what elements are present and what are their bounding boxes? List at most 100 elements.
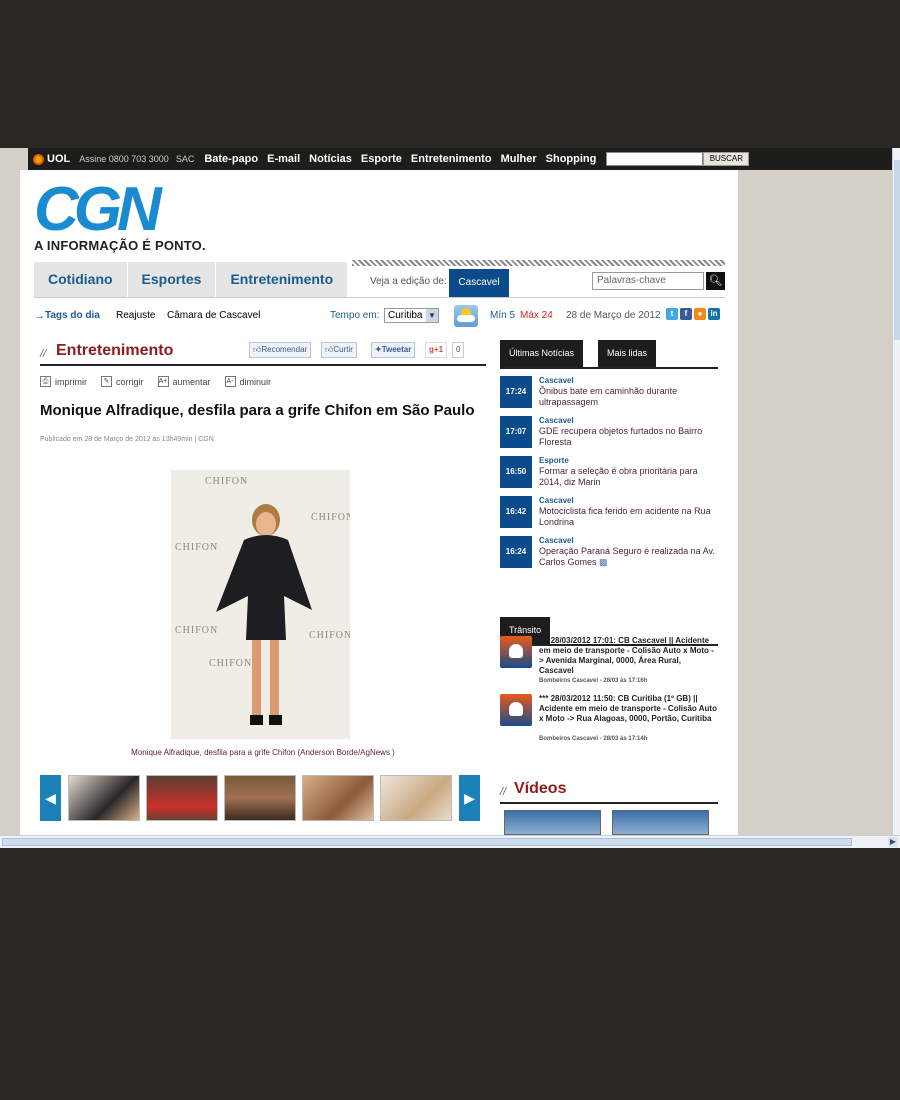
facebook-recommend-button[interactable]: 👍︎Recomendar (249, 342, 312, 358)
tab-ultimas-noticias[interactable]: Últimas Notícias (500, 340, 584, 367)
article-photo[interactable]: CHIFON CHIFON CHIFON CHIFON CHIFON CHIFO… (171, 470, 350, 739)
uol-link-batepapo[interactable]: Bate-papo (204, 153, 258, 165)
news-tabs: Últimas Notícias Mais lidas (500, 340, 718, 369)
news-time: 16:42 (500, 496, 532, 528)
section-header: // Entretenimento 👍︎Recomendar 👍︎Curtir … (40, 342, 486, 366)
article-tools: ⎙ imprimir ✎ corrigir A+ aumentar A-diminui… (40, 376, 271, 387)
gallery-thumb[interactable] (224, 775, 296, 821)
uol-link-mulher[interactable]: Mulher (501, 153, 537, 165)
site-logo[interactable]: CGN A INFORMAÇÃO É PONTO. (34, 175, 206, 254)
news-category: Esporte (539, 456, 569, 465)
vertical-scrollbar[interactable] (892, 148, 900, 836)
uol-search-input[interactable] (606, 152, 704, 166)
scrollbar-thumb[interactable] (2, 838, 852, 846)
browser-window: UOL Assine 0800 703 3000 SAC Bate-papo E… (0, 148, 900, 848)
rss-icon[interactable]: ● (694, 308, 706, 320)
gallery-next-button[interactable]: ▶ (459, 775, 480, 821)
uol-link-esporte[interactable]: Esporte (361, 153, 402, 165)
backdrop-logo: CHIFON (205, 476, 249, 487)
correct-tool[interactable]: ✎ corrigir (101, 376, 144, 387)
uol-link-noticias[interactable]: Notícias (309, 153, 352, 165)
gallery-thumb[interactable] (302, 775, 374, 821)
tweet-button[interactable]: ✦Tweetar (371, 342, 416, 358)
main-nav: Cotidiano Esportes Entretenimento Veja a… (34, 262, 725, 297)
uol-link-email[interactable]: E-mail (267, 153, 300, 165)
scrollbar-thumb[interactable] (894, 160, 900, 340)
tag-reajuste[interactable]: Reajuste (116, 310, 155, 321)
decrease-font-tool[interactable]: A-diminuir (224, 376, 271, 387)
edition-button[interactable]: Cascavel (449, 269, 509, 297)
traffic-item[interactable]: *** 28/03/2012 11:50: CB Curitiba (1º GB… (500, 694, 718, 746)
traffic-source: Bombeiros Cascavel - 28/03 às 17:16h (539, 678, 648, 684)
current-date: 28 de Março de 2012 (566, 310, 661, 321)
news-time: 17:24 (500, 376, 532, 408)
gplus-button[interactable]: g+1 (425, 342, 448, 358)
weather-label: Tempo em: (330, 310, 380, 321)
section-title[interactable]: Entretenimento (56, 342, 173, 360)
news-time: 16:50 (500, 456, 532, 488)
news-title: Operação Paraná Seguro é realizada na Av… (539, 546, 715, 567)
video-thumb[interactable] (612, 810, 709, 835)
increase-font-tool[interactable]: A+ aumentar (157, 376, 211, 387)
firefighters-icon (500, 636, 532, 668)
firefighters-icon (500, 694, 532, 726)
uol-bar: UOL Assine 0800 703 3000 SAC Bate-papo E… (28, 148, 892, 170)
twitter-bird-icon: ✦ (375, 345, 382, 354)
tab-esportes[interactable]: Esportes (128, 262, 217, 297)
backdrop-logo: CHIFON (309, 630, 350, 641)
tags-label: Tags do dia (45, 310, 100, 321)
traffic-text: *** 28/03/2012 11:50: CB Curitiba (1º GB… (539, 694, 717, 723)
photo-caption: Monique Alfradique, desfila para a grife… (131, 748, 395, 757)
news-item[interactable]: 16:24 Cascavel Operação Paraná Seguro é … (500, 536, 718, 570)
news-item[interactable]: 17:24 Cascavel Ônibus bate em caminhão d… (500, 376, 718, 410)
news-item[interactable]: 16:50 Esporte Formar a seleção é obra pr… (500, 456, 718, 490)
temp-max: Máx 24 (520, 310, 553, 321)
twitter-icon[interactable]: t (666, 308, 678, 320)
sun-cloud-icon (454, 305, 478, 327)
article-headline: Monique Alfradique, desfila para a grife… (40, 402, 475, 419)
gallery-thumb[interactable] (68, 775, 140, 821)
traffic-item[interactable]: *** 28/03/2012 17:01: CB Cascavel || Aci… (500, 636, 718, 688)
logo-text: CGN (34, 175, 162, 244)
print-tool[interactable]: ⎙ imprimir (40, 376, 87, 387)
news-time: 16:24 (500, 536, 532, 568)
gallery-prev-button[interactable]: ◀ (40, 775, 61, 821)
uol-assine[interactable]: Assine 0800 703 3000 (79, 154, 169, 164)
linkedin-icon[interactable]: in (708, 308, 720, 320)
facebook-like-button[interactable]: 👍︎Curtir (321, 342, 357, 358)
gallery-thumb[interactable] (380, 775, 452, 821)
gplus-count: 0 (452, 342, 465, 358)
keyword-search-input[interactable]: Palavras-chave (592, 272, 704, 290)
tab-entretenimento[interactable]: Entretenimento (216, 262, 349, 297)
uol-link-entretenimento[interactable]: Entretenimento (411, 153, 492, 165)
facebook-icon[interactable]: f (680, 308, 692, 320)
uol-search-button[interactable]: BUSCAR (703, 152, 750, 166)
chevron-down-icon: ▼ (426, 309, 438, 322)
backdrop-logo: CHIFON (175, 625, 219, 636)
horizontal-scrollbar[interactable]: ▶ (0, 835, 900, 848)
uol-link-shopping[interactable]: Shopping (546, 153, 597, 165)
news-title: Ônibus bate em caminhão durante ultrapas… (539, 386, 678, 407)
gallery-thumb[interactable] (146, 775, 218, 821)
section-slashes: // (500, 786, 507, 798)
video-thumb[interactable] (504, 810, 601, 835)
news-item[interactable]: 16:42 Cascavel Motociclista fica ferido … (500, 496, 718, 530)
tab-mais-lidas[interactable]: Mais lidas (598, 340, 657, 367)
uol-logo[interactable]: UOL (33, 153, 70, 165)
temp-min: Mín 5 (490, 310, 516, 321)
news-category: Cascavel (539, 376, 574, 385)
nav-tabs: Cotidiano Esportes Entretenimento (34, 262, 349, 297)
traffic-source: Bombeiros Cascavel - 28/03 às 17:14h (539, 736, 648, 742)
font-decrease-icon: A- (224, 376, 236, 387)
font-increase-icon: A+ (157, 376, 169, 387)
city-select[interactable]: Curitiba ▼ (384, 308, 439, 323)
scroll-right-icon[interactable]: ▶ (888, 837, 898, 847)
section-slashes: // (40, 348, 47, 360)
uol-sac[interactable]: SAC (176, 154, 195, 164)
tag-camara[interactable]: Câmara de Cascavel (167, 310, 260, 321)
videos-title[interactable]: Vídeos (514, 780, 566, 798)
search-icon[interactable]: 🔍︎ (706, 272, 725, 290)
tab-cotidiano[interactable]: Cotidiano (34, 262, 128, 297)
news-item[interactable]: 17:07 Cascavel GDE recupera objetos furt… (500, 416, 718, 450)
news-title: Motociclista fica ferido em acidente na … (539, 506, 711, 527)
